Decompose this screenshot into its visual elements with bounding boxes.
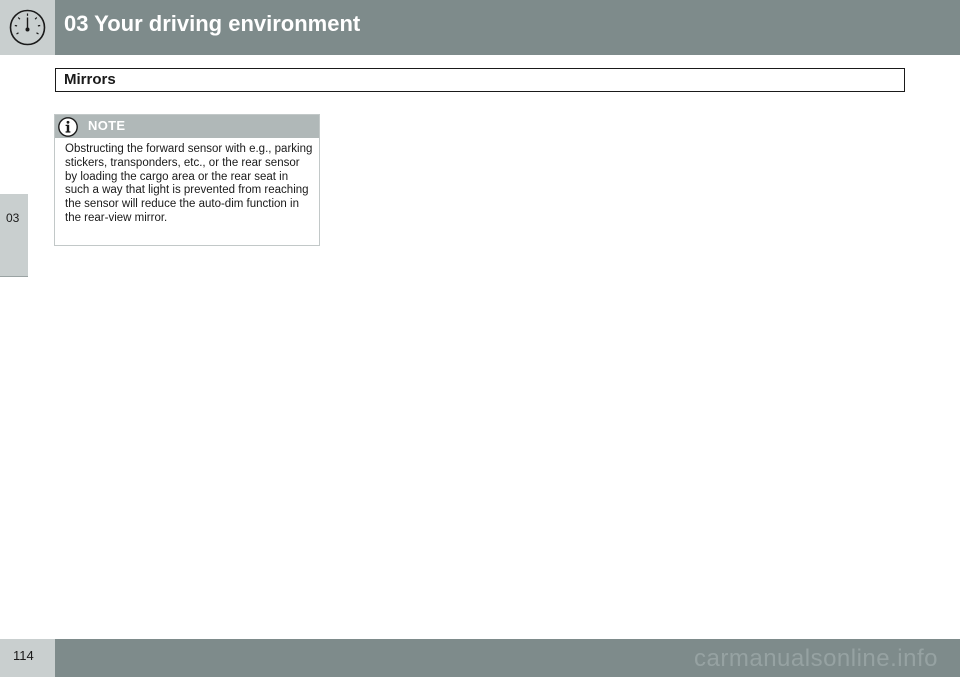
- info-icon: [58, 117, 78, 137]
- chapter-tab: 03: [0, 194, 28, 277]
- note-text: Obstructing the forward sensor with e.g.…: [65, 143, 313, 224]
- note-header: NOTE: [55, 115, 319, 138]
- note-box: NOTE Obstructing the forward sensor with…: [54, 114, 320, 246]
- chapter-tab-label: 03: [6, 211, 20, 225]
- footer-bar: carmanualsonline.info: [55, 639, 960, 677]
- section-heading-box: Mirrors: [55, 68, 905, 92]
- page-number: 114: [13, 648, 34, 663]
- gauge-icon: [9, 9, 46, 46]
- page-number-box: 114: [0, 639, 55, 677]
- header-icon-box: [0, 0, 55, 55]
- header-bar: 03 Your driving environment: [55, 0, 960, 55]
- watermark: carmanualsonline.info: [694, 645, 938, 672]
- chapter-title: 03 Your driving environment: [64, 11, 361, 36]
- note-label: NOTE: [88, 118, 126, 133]
- section-title: Mirrors: [64, 71, 116, 88]
